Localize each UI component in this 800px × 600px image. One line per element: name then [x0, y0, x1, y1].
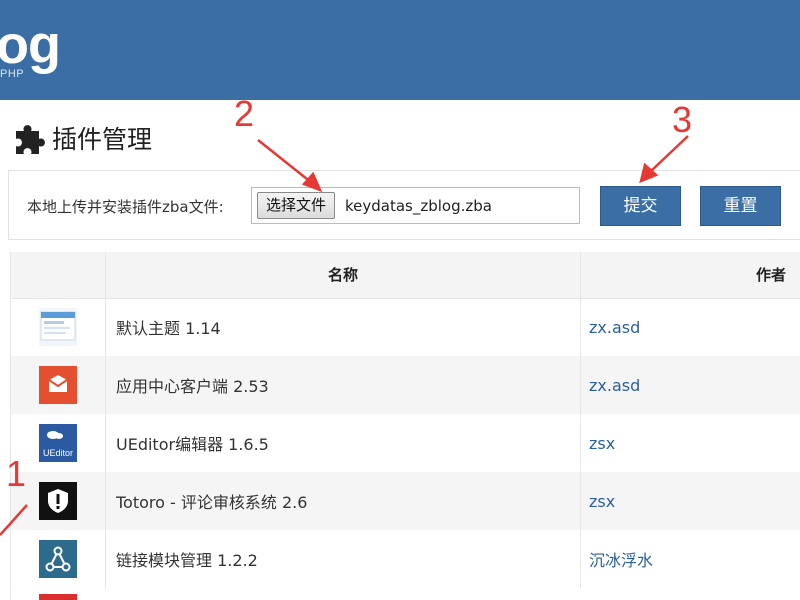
- plugin-icon-partial: [39, 594, 77, 600]
- plugin-icon-cell: [10, 356, 106, 414]
- annotation-number-2: 2: [234, 93, 255, 134]
- name-column-header[interactable]: 名称: [105, 252, 581, 299]
- submit-button[interactable]: 提交: [600, 186, 681, 226]
- plugin-name[interactable]: Totoro - 评论审核系统 2.6: [105, 472, 581, 530]
- table-row: 默认主题 1.14 zx.asd: [10, 298, 800, 356]
- default-theme-icon: [39, 308, 77, 347]
- plugin-icon-cell: [10, 298, 106, 356]
- table-row: 应用中心客户端 2.53 zx.asd: [10, 356, 800, 414]
- author-column-header[interactable]: 作者: [580, 252, 800, 299]
- reset-button[interactable]: 重置: [700, 186, 781, 226]
- plugin-author[interactable]: 沉冰浮水: [580, 530, 800, 588]
- table-header-row: 名称 作者: [10, 252, 800, 299]
- plugin-name[interactable]: 链接模块管理 1.2.2: [105, 530, 581, 588]
- plugin-name[interactable]: UEditor编辑器 1.6.5: [105, 414, 581, 472]
- logo-subtitle: PHP: [0, 68, 25, 80]
- file-input[interactable]: 选择文件 keydatas_zblog.zba: [251, 187, 580, 224]
- header-bar: og PHP: [0, 0, 800, 100]
- arrow-to-submit: [649, 135, 689, 173]
- site-logo[interactable]: og: [0, 18, 61, 72]
- table-row: 链接模块管理 1.2.2 沉冰浮水: [10, 530, 800, 588]
- puzzle-icon: [12, 121, 46, 155]
- choose-file-button[interactable]: 选择文件: [257, 192, 336, 219]
- plugin-name[interactable]: 应用中心客户端 2.53: [105, 356, 581, 414]
- plugin-author[interactable]: zsx: [580, 414, 800, 472]
- annotation-number-1: 1: [6, 453, 27, 494]
- share-nodes-icon: [39, 540, 77, 578]
- upload-label: 本地上传并安装插件zba文件:: [27, 198, 224, 216]
- ueditor-icon: UEditor: [39, 424, 77, 462]
- selected-file-name: keydatas_zblog.zba: [345, 197, 492, 215]
- page-title: 插件管理: [52, 125, 153, 154]
- plugin-author[interactable]: zx.asd: [580, 298, 800, 356]
- plugin-icon-cell: [10, 530, 106, 588]
- table-row: UEditor UEditor编辑器 1.6.5 zsx: [10, 414, 800, 472]
- app-center-icon: [39, 366, 77, 404]
- table-row-partial: [10, 590, 800, 600]
- plugin-table: 名称 作者 默认主题 1.14 zx.asd 应用中心客户端 2.53 zx.a…: [10, 252, 800, 588]
- table-row: Totoro - 评论审核系统 2.6 zsx: [10, 472, 800, 530]
- icon-column-header: [10, 252, 106, 299]
- plugin-author[interactable]: zsx: [580, 472, 800, 530]
- page-heading: 插件管理: [12, 118, 152, 158]
- plugin-name[interactable]: 默认主题 1.14: [105, 298, 581, 356]
- ueditor-icon-label: UEditor: [42, 448, 73, 458]
- annotation-number-3: 3: [672, 99, 693, 140]
- shield-alert-icon: [39, 482, 77, 520]
- upload-form: 本地上传并安装插件zba文件: 选择文件 keydatas_zblog.zba …: [8, 170, 800, 240]
- plugin-author[interactable]: zx.asd: [580, 356, 800, 414]
